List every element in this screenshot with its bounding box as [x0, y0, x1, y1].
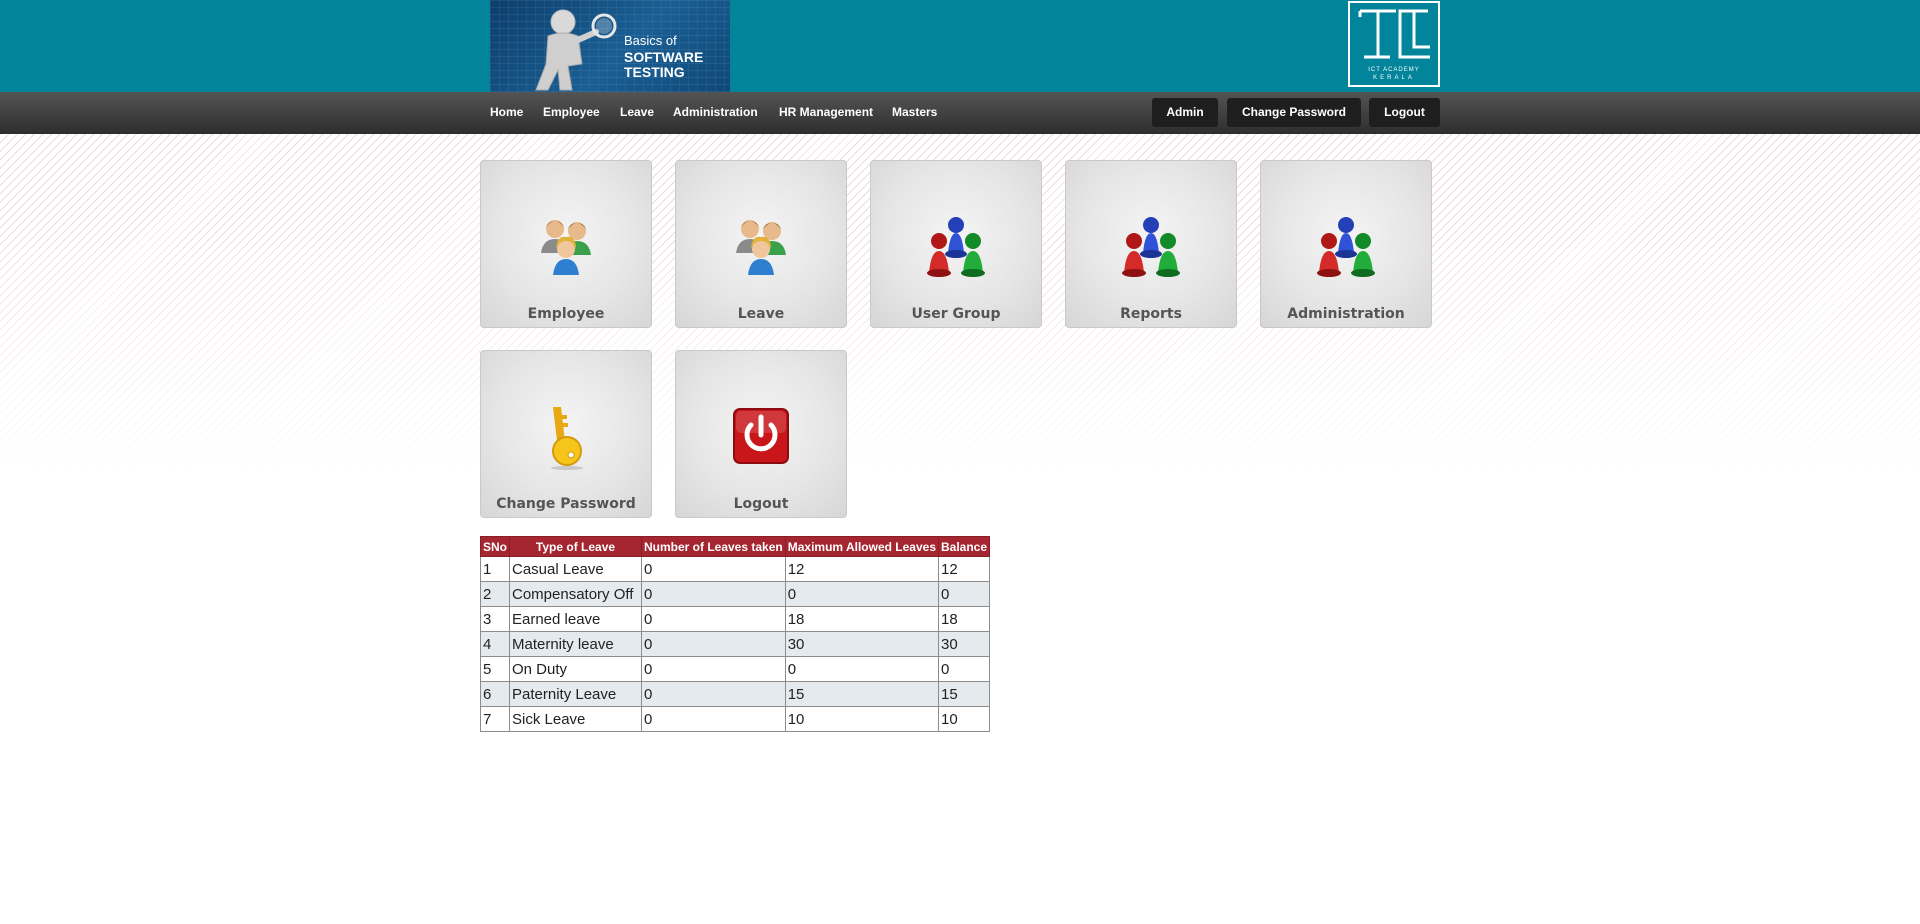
tile-label-administration: Administration: [1287, 306, 1405, 322]
table-row: 7 Sick Leave 0 10 10: [480, 706, 991, 732]
table-row: 3 Earned leave 0 18 18: [480, 606, 991, 632]
cell-balance: 12: [937, 556, 991, 582]
people-group-icon: [541, 220, 591, 275]
cell-sno: 5: [480, 656, 510, 682]
tile-label-user-group: User Group: [911, 306, 1001, 322]
table-row: 4 Maternity leave 0 30 30: [480, 631, 991, 657]
people-group-icon: [736, 220, 786, 275]
cell-balance: 30: [937, 631, 991, 657]
cell-taken: 0: [641, 581, 786, 607]
nav-employee[interactable]: Employee: [543, 105, 600, 119]
banner-line-3: TESTING: [624, 64, 685, 80]
tile-leave[interactable]: Leave: [675, 160, 847, 328]
pawns-group-icon: [927, 217, 985, 277]
tile-label-leave: Leave: [737, 306, 785, 322]
tile-change-password[interactable]: Change Password: [480, 350, 652, 518]
pawns-group-icon: [1122, 217, 1180, 277]
cell-type: Compensatory Off: [509, 581, 642, 607]
table-row: 2 Compensatory Off 0 0 0: [480, 581, 991, 607]
cell-type: Paternity Leave: [509, 681, 642, 707]
nav-administration[interactable]: Administration: [673, 105, 758, 119]
cell-maximum: 12: [784, 556, 940, 582]
leave-balance-table: SNo Type of Leave Number of Leaves taken…: [480, 536, 991, 732]
cell-balance: 0: [937, 656, 991, 682]
tile-label-logout: Logout: [733, 496, 789, 512]
cell-taken: 0: [641, 656, 786, 682]
tile-label-change-password: Change Password: [496, 496, 636, 512]
cell-maximum: 30: [784, 631, 940, 657]
banner-line-1: Basics of: [624, 33, 677, 48]
tile-logout[interactable]: Logout: [675, 350, 847, 518]
cell-type: On Duty: [509, 656, 642, 682]
cell-balance: 18: [937, 606, 991, 632]
cell-type: Earned leave: [509, 606, 642, 632]
logo-text-kerala: KERALA: [1373, 75, 1415, 81]
cell-sno: 3: [480, 606, 510, 632]
cell-balance: 15: [937, 681, 991, 707]
cell-sno: 6: [480, 681, 510, 707]
tile-label-reports: Reports: [1120, 306, 1182, 322]
table-header-row: SNo Type of Leave Number of Leaves taken…: [480, 536, 991, 557]
cell-taken: 0: [641, 606, 786, 632]
nav-masters[interactable]: Masters: [892, 105, 937, 119]
table-row: 1 Casual Leave 0 12 12: [480, 556, 991, 582]
cell-sno: 1: [480, 556, 510, 582]
cell-taken: 0: [641, 631, 786, 657]
cell-type: Maternity leave: [509, 631, 642, 657]
cell-maximum: 15: [784, 681, 940, 707]
logout-button[interactable]: Logout: [1369, 98, 1440, 127]
cell-taken: 0: [641, 681, 786, 707]
column-header-sno: SNo: [480, 536, 510, 557]
cell-maximum: 0: [784, 656, 940, 682]
cell-balance: 10: [937, 706, 991, 732]
cell-type: Sick Leave: [509, 706, 642, 732]
cell-maximum: 10: [784, 706, 940, 732]
cell-taken: 0: [641, 556, 786, 582]
tile-user-group[interactable]: User Group: [870, 160, 1042, 328]
key-icon: [551, 407, 583, 470]
tile-administration[interactable]: Administration: [1260, 160, 1432, 328]
ict-academy-logo: ICT ACADEMY KERALA: [1348, 1, 1440, 87]
cell-balance: 0: [937, 581, 991, 607]
logo-text-academy: ICT ACADEMY: [1368, 67, 1420, 73]
table-row: 5 On Duty 0 0 0: [480, 656, 991, 682]
power-icon: [733, 408, 789, 464]
column-header-taken: Number of Leaves taken: [641, 536, 786, 557]
cell-taken: 0: [641, 706, 786, 732]
column-header-type: Type of Leave: [509, 536, 642, 557]
table-row: 6 Paternity Leave 0 15 15: [480, 681, 991, 707]
column-header-maximum: Maximum Allowed Leaves: [784, 536, 940, 557]
nav-hr-management[interactable]: HR Management: [779, 105, 873, 119]
ict-logo-icon: [1358, 9, 1430, 59]
cell-sno: 2: [480, 581, 510, 607]
cell-sno: 7: [480, 706, 510, 732]
main-nav-bar: Home Employee Leave Administration HR Ma…: [0, 92, 1920, 134]
cell-maximum: 18: [784, 606, 940, 632]
cell-maximum: 0: [784, 581, 940, 607]
nav-home[interactable]: Home: [490, 105, 523, 119]
top-header: Basics of SOFTWARE TESTING ICT ACADEMY K…: [0, 0, 1920, 92]
nav-leave[interactable]: Leave: [620, 105, 654, 119]
pawns-group-icon: [1317, 217, 1375, 277]
tile-reports[interactable]: Reports: [1065, 160, 1237, 328]
tile-employee[interactable]: Employee: [480, 160, 652, 328]
banner-line-2: SOFTWARE: [624, 49, 704, 65]
admin-button[interactable]: Admin: [1152, 98, 1218, 127]
cell-type: Casual Leave: [509, 556, 642, 582]
column-header-balance: Balance: [937, 536, 991, 557]
change-password-button[interactable]: Change Password: [1227, 98, 1361, 127]
tile-label-employee: Employee: [527, 306, 605, 322]
software-testing-banner: Basics of SOFTWARE TESTING: [490, 0, 730, 92]
magnifier-figure-icon: [535, 9, 617, 91]
cell-sno: 4: [480, 631, 510, 657]
